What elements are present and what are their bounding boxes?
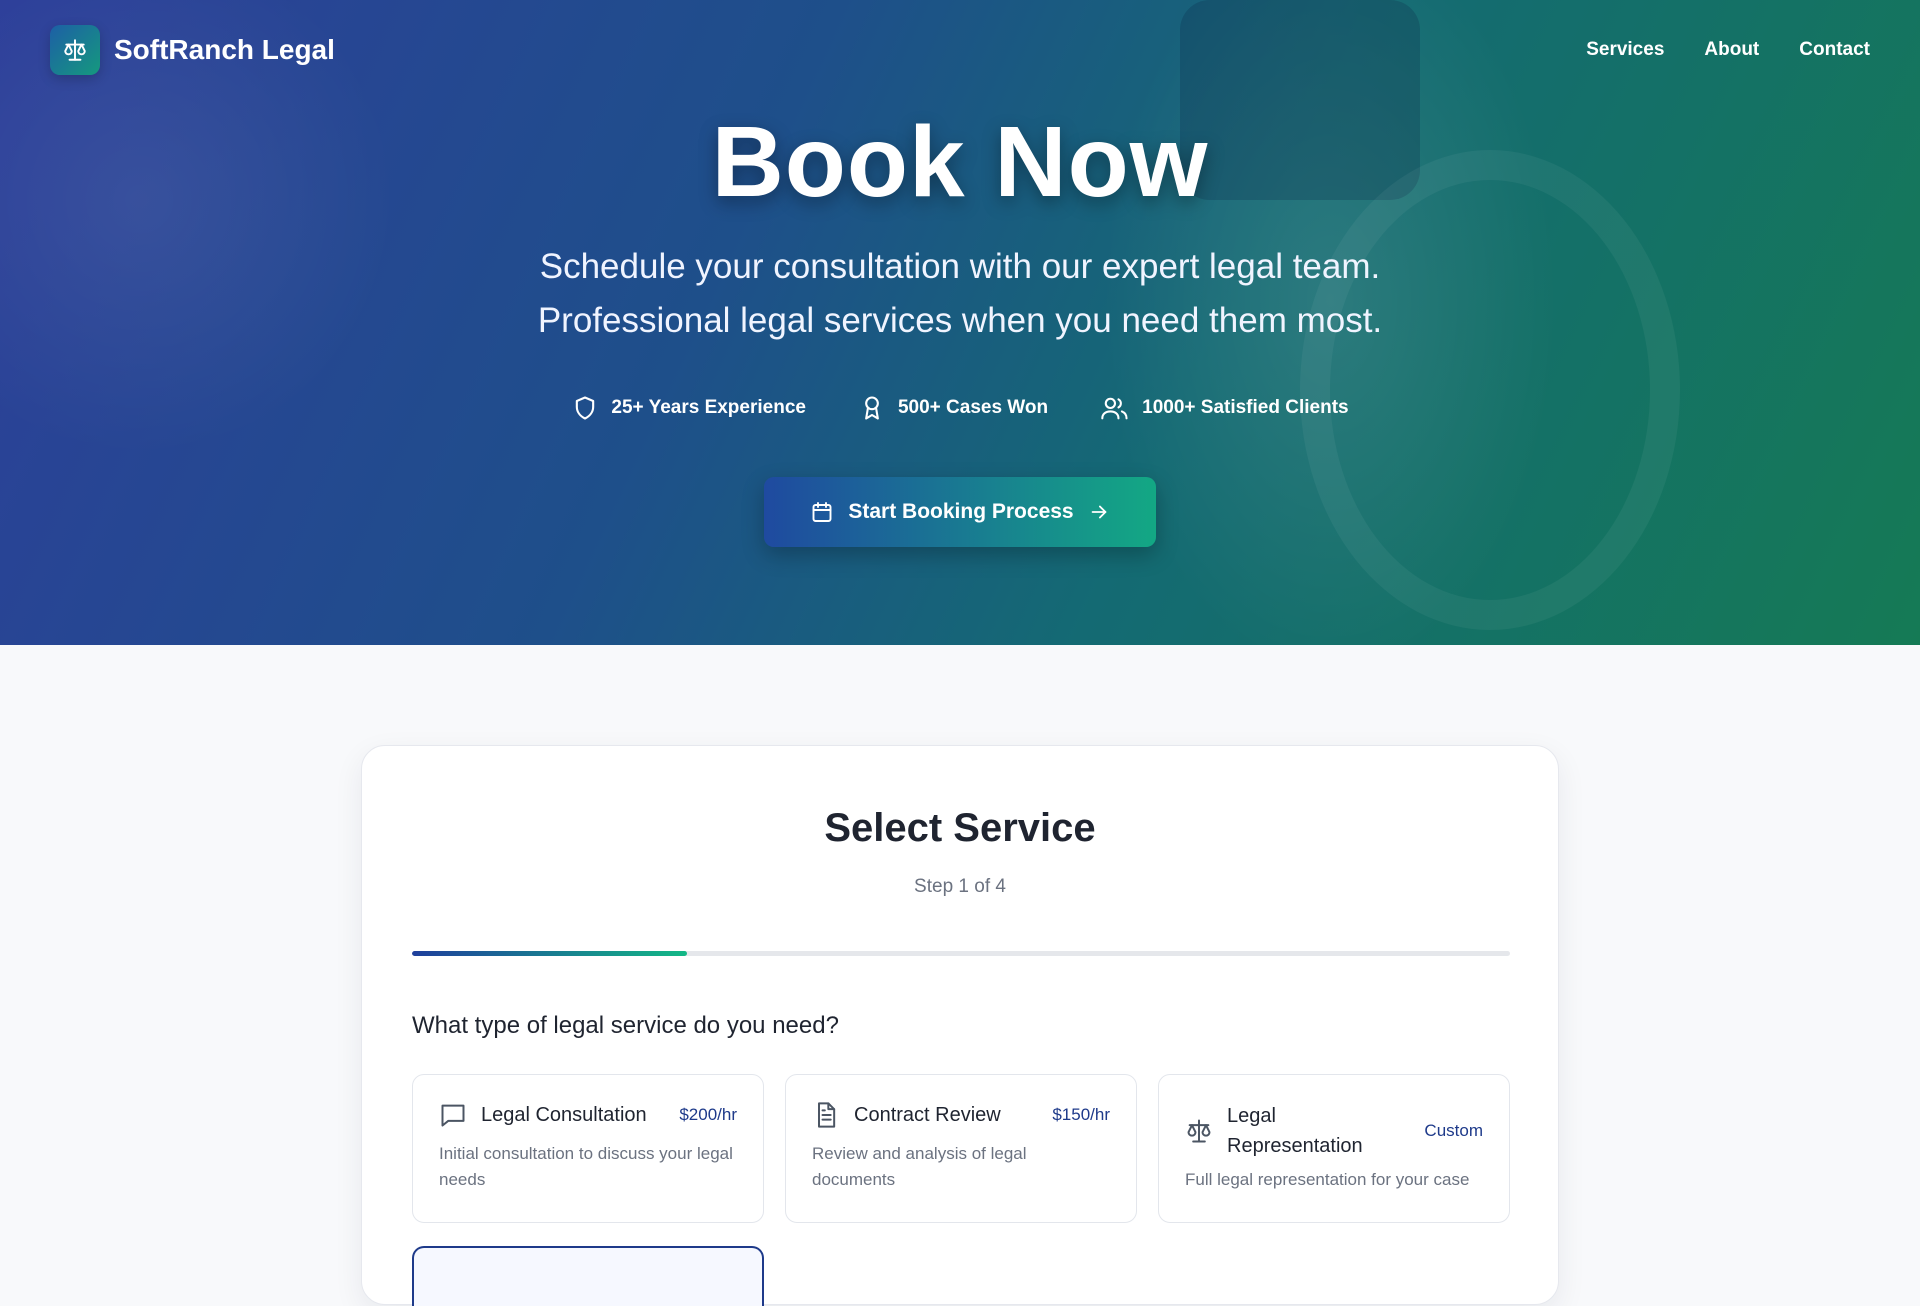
arrow-right-icon	[1091, 505, 1106, 519]
service-price: $200/hr	[679, 1105, 737, 1124]
service-question: What type of legal service do you need?	[412, 1012, 839, 1039]
calendar-icon	[812, 502, 832, 522]
users-icon	[1101, 397, 1128, 420]
stat-label: 25+ Years Experience	[611, 397, 806, 418]
scales-icon	[1187, 1119, 1211, 1143]
brand[interactable]: SoftRanch Legal	[50, 25, 335, 75]
service-description: Initial consultation to discuss your leg…	[439, 1144, 733, 1189]
message-icon	[441, 1104, 465, 1127]
document-icon	[818, 1102, 836, 1128]
service-price: $150/hr	[1052, 1105, 1110, 1124]
hero-section: SoftRanch Legal Services About Contact B…	[0, 0, 1920, 645]
booking-step-indicator: Step 1 of 4	[914, 876, 1006, 897]
booking-card: Select Service Step 1 of 4 What type of …	[361, 745, 1559, 1306]
brand-name: SoftRanch Legal	[114, 34, 335, 65]
hero-background-ring	[1300, 150, 1680, 630]
service-name: Contract Review	[854, 1103, 1001, 1126]
nav-link-services[interactable]: Services	[1586, 39, 1664, 61]
stat-experience: 25+ Years Experience	[571, 394, 806, 422]
nav-link-about[interactable]: About	[1704, 39, 1759, 61]
service-option-selected-partial[interactable]	[412, 1246, 764, 1306]
stat-cases: 500+ Cases Won	[858, 394, 1048, 422]
service-price: Custom	[1424, 1121, 1483, 1140]
stat-clients: 1000+ Satisfied Clients	[1100, 394, 1349, 422]
hero-subtitle-line-2: Professional legal services when you nee…	[537, 301, 1383, 340]
page-title: Book Now	[711, 106, 1209, 218]
scales-icon	[50, 25, 100, 75]
nav-link-contact[interactable]: Contact	[1799, 39, 1870, 61]
start-booking-button[interactable]: Start Booking Process	[764, 477, 1156, 547]
service-description: Full legal representation for your case	[1185, 1170, 1470, 1189]
service-description: Review and analysis of legal documents	[812, 1144, 1027, 1189]
service-option-legal-consultation[interactable]: Legal Consultation $200/hr Initial consu…	[412, 1074, 764, 1223]
hero-subtitle-line-1: Schedule your consultation with our expe…	[539, 247, 1381, 286]
booking-progress-fill	[412, 951, 687, 956]
start-booking-label: Start Booking Process	[848, 500, 1074, 523]
nav-links: Services About Contact	[1586, 39, 1870, 61]
service-options: Legal Consultation $200/hr Initial consu…	[412, 1074, 1510, 1223]
stat-label: 500+ Cases Won	[897, 397, 1049, 418]
service-option-contract-review[interactable]: Contract Review $150/hr Review and analy…	[785, 1074, 1137, 1223]
booking-step-title: Select Service	[824, 806, 1096, 850]
service-option-legal-representation[interactable]: Legal Representation Custom Full legal r…	[1158, 1074, 1510, 1223]
shield-icon	[576, 396, 595, 420]
award-icon	[865, 396, 879, 420]
hero-subtitle: Schedule your consultation with our expe…	[0, 240, 1920, 348]
hero-stats: 25+ Years Experience 500+ Cases Won 1000…	[0, 394, 1920, 422]
top-navigation: SoftRanch Legal Services About Contact	[0, 0, 1920, 100]
service-name: Legal Representation	[1227, 1105, 1363, 1157]
service-name: Legal Consultation	[481, 1103, 647, 1126]
booking-progress-bar	[412, 951, 1510, 956]
stat-label: 1000+ Satisfied Clients	[1142, 397, 1349, 418]
